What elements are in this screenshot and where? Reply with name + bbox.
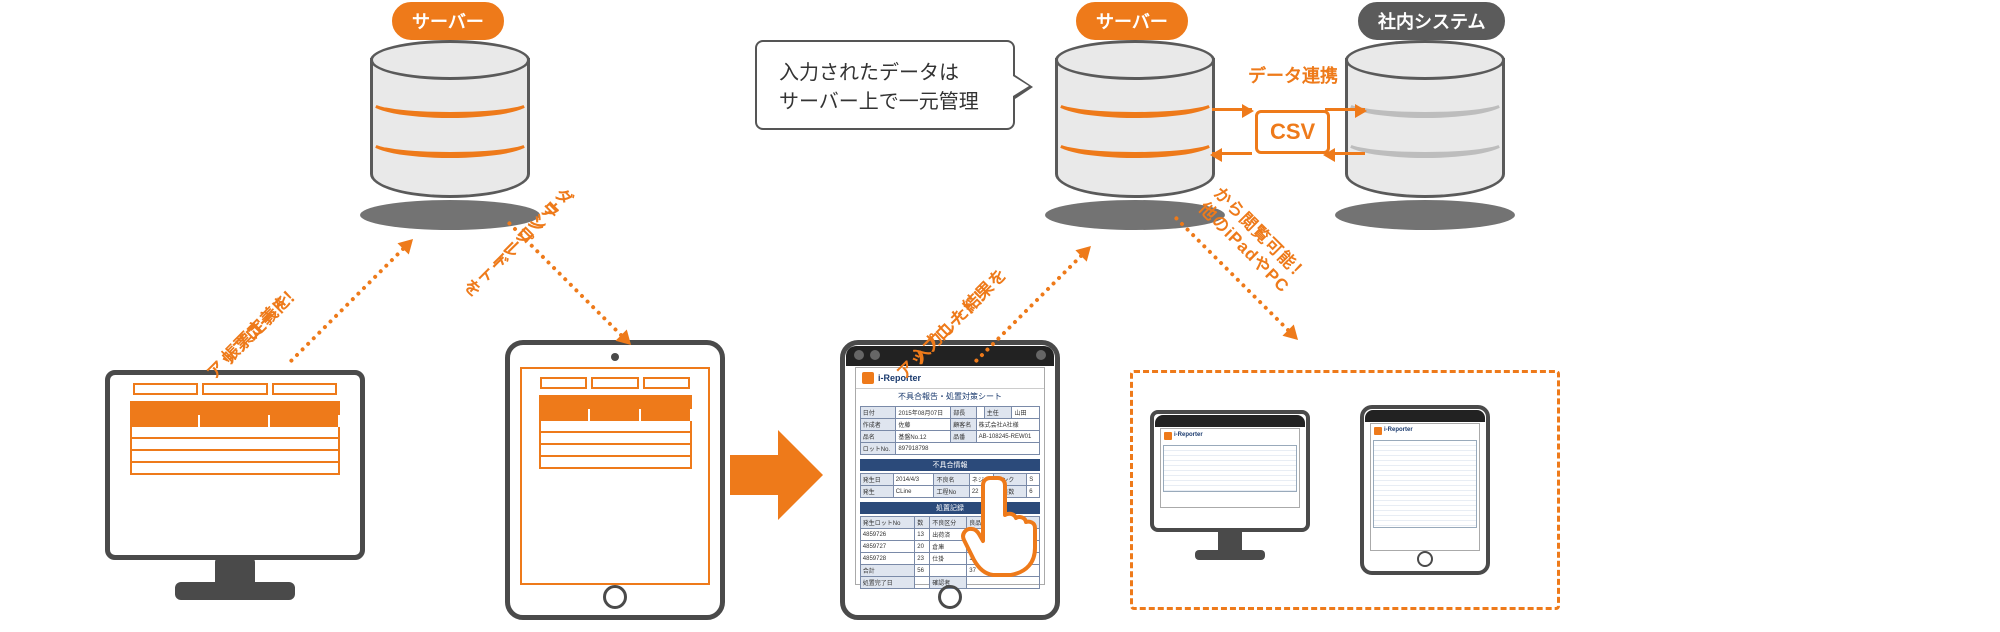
reporter-section: 不具合情報: [860, 459, 1040, 471]
tablet-reporter-icon: i-Reporter 不具合報告・処置対策シート 日付2015年08月07日 部…: [840, 340, 1060, 620]
mini-monitor-icon: i-Reporter: [1150, 410, 1310, 560]
reporter-defect-table: 発生日2014/4/3 不良名ネジ ランクS 発生CLine 工程No22 不良…: [860, 473, 1040, 498]
tablet-icon: [505, 340, 725, 620]
data-link-label: データ連携: [1248, 62, 1338, 88]
mini-brand: i-Reporter: [1174, 432, 1203, 440]
mini-brand-2: i-Reporter: [1384, 427, 1413, 435]
server-database-icon: [355, 30, 545, 220]
csv-arrow-icon: [1212, 152, 1252, 155]
reporter-sheet: i-Reporter 不具合報告・処置対策シート 日付2015年08月07日 部…: [855, 367, 1045, 585]
upload-def-text-2: アップロード！: [200, 277, 307, 384]
csv-arrow-icon: [1325, 108, 1365, 111]
reporter-header-table: 日付2015年08月07日 部長 主任山田 作成者佐藤 顧客名株式会社A社様 品…: [860, 406, 1040, 455]
csv-arrow-icon: [1212, 108, 1252, 111]
reporter-title: 不具合報告・処置対策シート: [856, 389, 1044, 404]
server-database-icon-2: [1040, 30, 1230, 220]
info-bubble: 入力されたデータは サーバー上で一元管理: [755, 40, 1015, 130]
desktop-monitor-icon: [105, 370, 365, 600]
csv-box: CSV: [1255, 110, 1330, 154]
mini-tablet-icon: i-Reporter: [1360, 405, 1490, 575]
csv-arrow-icon: [1325, 152, 1365, 155]
internal-system-database-icon: [1330, 30, 1520, 220]
reporter-record-table: 発生ロットNo数 不良区分良品 廃棄手直し 485972613出荷済724 48…: [860, 516, 1040, 589]
bubble-line2: サーバー上で一元管理: [779, 85, 991, 114]
upload-arrow-icon: [289, 240, 412, 363]
bubble-line1: 入力されたデータは: [779, 56, 991, 85]
flow-arrow-icon: [730, 430, 820, 520]
reporter-section-2: 処置記録: [860, 502, 1040, 514]
